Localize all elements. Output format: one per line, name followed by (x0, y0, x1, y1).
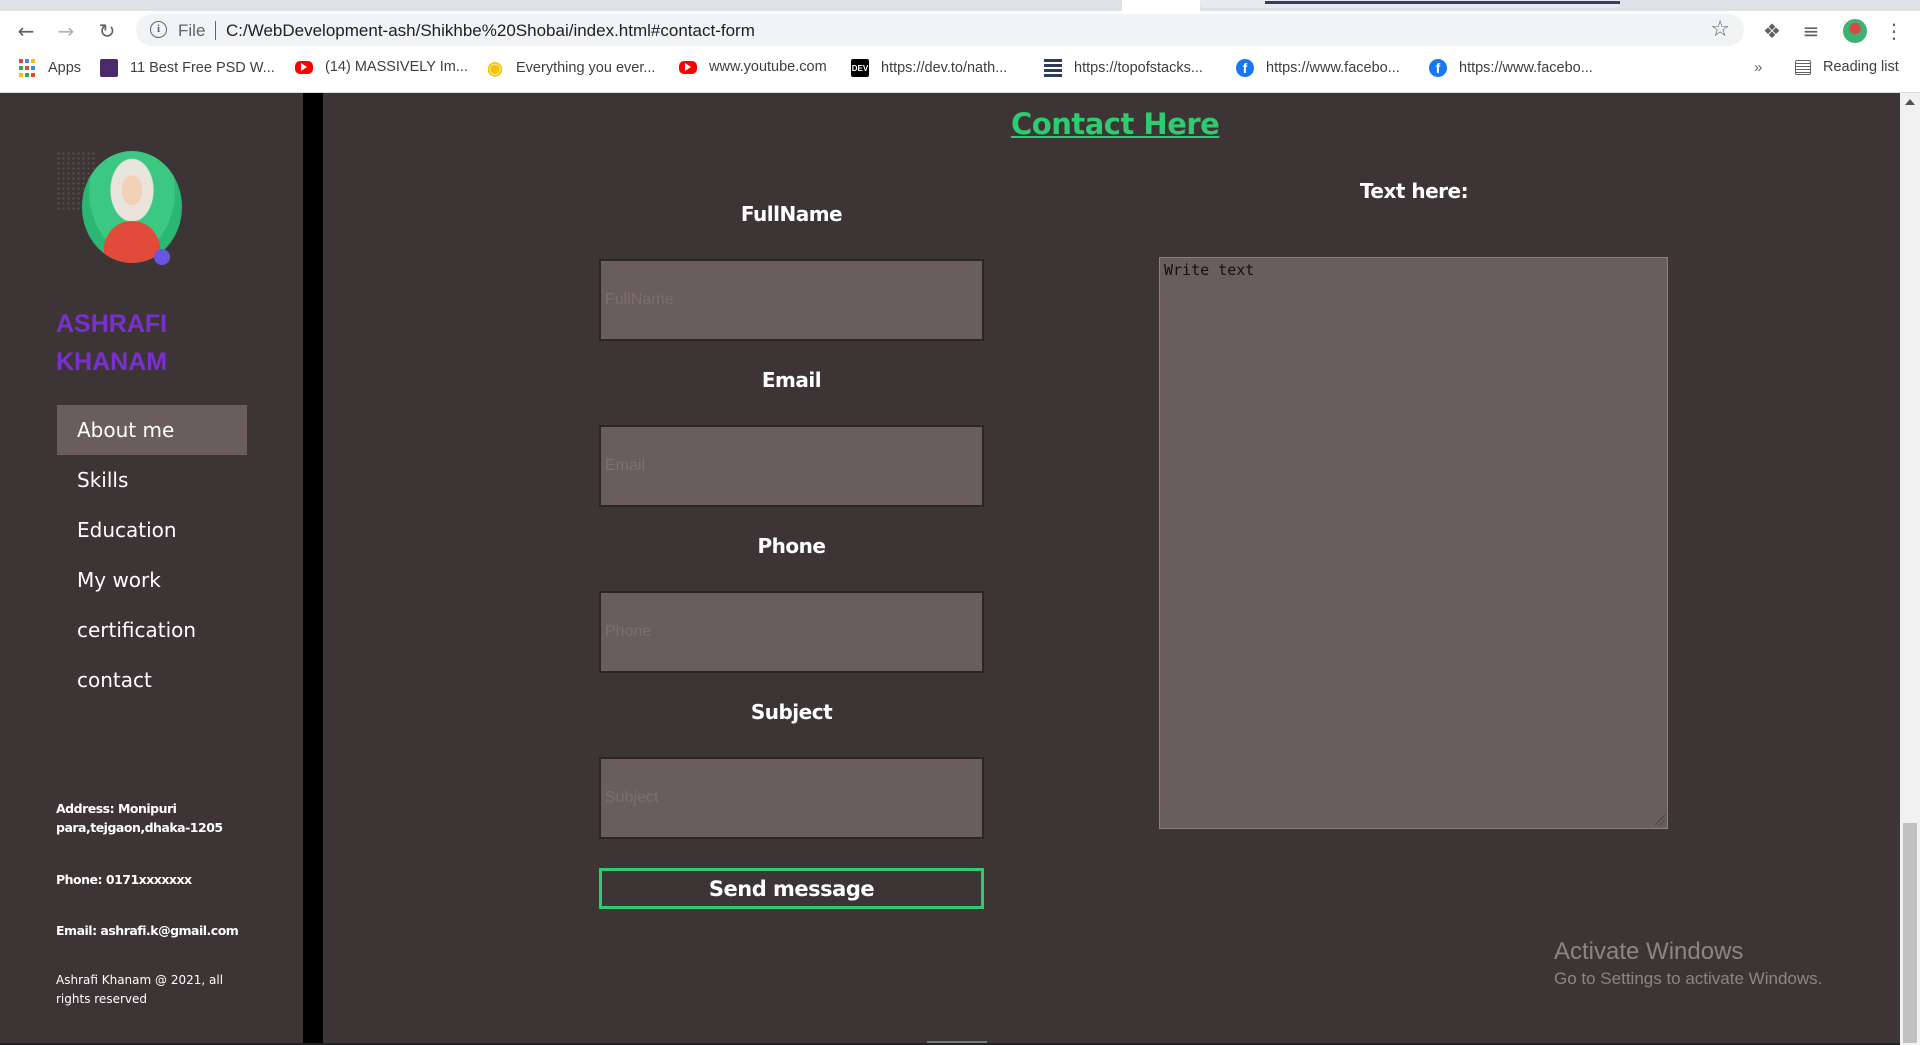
owner-name-line2: KHANAM (56, 348, 168, 376)
message-label: Text here: (1359, 179, 1469, 203)
bookmarks-bar: Apps 11 Best Free PSD W... (14) MASSIVEL… (0, 55, 1920, 85)
activate-windows-watermark: Activate Windows Go to Settings to activ… (1554, 938, 1822, 989)
bookmark-label: https://www.facebo... (1459, 60, 1593, 76)
bookmark-youtube-massively[interactable]: (14) MASSIVELY Im... (295, 59, 468, 75)
subject-input[interactable] (599, 757, 984, 839)
page-scrollbar[interactable] (1900, 93, 1920, 1045)
sidebar-item-certification[interactable]: certification (57, 605, 247, 655)
sidebar: ASHRAFI KHANAM About me Skills Education… (0, 93, 303, 1045)
bookmark-youtube[interactable]: www.youtube.com (679, 59, 827, 75)
email-label: Email (761, 368, 822, 392)
info-icon[interactable]: i (150, 21, 167, 38)
bookmark-star-icon[interactable]: ☆ (1710, 17, 1730, 42)
status-dot (154, 249, 170, 265)
bookmark-label: https://topofstacks... (1074, 60, 1203, 76)
bookmark-label: https://www.facebo... (1266, 60, 1400, 76)
bookmark-topofstacks[interactable]: https://topofstacks... (1044, 59, 1203, 77)
apps-grid-icon (18, 59, 36, 77)
page-content: ASHRAFI KHANAM About me Skills Education… (0, 93, 1900, 1045)
facebook-icon: f (1236, 59, 1254, 77)
contact-title-link[interactable]: Contact Here (1011, 107, 1220, 141)
url-text[interactable]: C:/WebDevelopment-ash/Shikhbe%20Shobai/i… (226, 21, 755, 41)
address-line1: Address: Monipuri (56, 801, 177, 816)
reading-list-label: Reading list (1823, 59, 1899, 75)
file-label: File (178, 21, 206, 40)
youtube-icon (679, 60, 697, 74)
sidebar-divider (303, 93, 323, 1045)
bookmark-facebook-2[interactable]: f https://www.facebo... (1429, 59, 1593, 77)
message-textarea[interactable] (1159, 257, 1668, 829)
copyright: Ashrafi Khanam @ 2021, all rights reserv… (56, 971, 246, 1009)
media-queue-icon[interactable]: ≡ (1797, 17, 1825, 45)
browser-toolbar: ← → ↻ i File C:/WebDevelopment-ash/Shikh… (0, 11, 1920, 49)
copyright-line2: rights reserved (56, 992, 147, 1006)
bookmark-label: www.youtube.com (709, 59, 827, 75)
bookmark-devto[interactable]: DEV https://dev.to/nath... (851, 59, 1007, 77)
fullname-label: FullName (740, 202, 843, 226)
owner-name-line1: ASHRAFI (56, 310, 168, 338)
copyright-line1: Ashrafi Khanam @ 2021, all (56, 973, 224, 987)
bookmark-label: Apps (48, 60, 82, 76)
owner-name: ASHRAFI KHANAM (56, 305, 256, 381)
bookmark-label: 11 Best Free PSD W... (130, 60, 275, 76)
bookmarks-overflow-button[interactable]: » (1754, 59, 1762, 76)
resize-grip-icon[interactable] (1655, 815, 1665, 825)
tab-indicator (1265, 1, 1620, 4)
watermark-subtitle: Go to Settings to activate Windows. (1554, 969, 1823, 988)
colorlib-icon (100, 59, 118, 77)
scrollbar-thumb[interactable] (1903, 823, 1917, 1043)
bookmark-everything[interactable]: ◉ Everything you ever... (486, 57, 656, 78)
bottom-edge-mark (927, 1041, 987, 1043)
bookmark-label: https://dev.to/nath... (881, 60, 1008, 76)
bookmark-colorlib[interactable]: 11 Best Free PSD W... (100, 59, 275, 77)
browser-chrome: ← → ↻ i File C:/WebDevelopment-ash/Shikh… (0, 0, 1920, 93)
sidebar-item-my-work[interactable]: My work (57, 555, 247, 605)
reload-icon[interactable]: ↻ (93, 17, 121, 45)
tab-strip (0, 0, 1920, 11)
send-message-button[interactable]: Send message (599, 868, 984, 909)
sidebar-item-about-me[interactable]: About me (57, 405, 247, 455)
scroll-up-arrow-icon[interactable] (1905, 99, 1915, 105)
email-text: Email: ashrafi.k@gmail.com (56, 923, 239, 938)
kebab-menu-icon[interactable]: ⋮ (1880, 17, 1908, 45)
active-tab[interactable] (1122, 0, 1200, 11)
bookmark-label: Everything you ever... (516, 60, 656, 76)
facebook-icon: f (1429, 59, 1447, 77)
address-line2: para,tejgaon,dhaka-1205 (56, 820, 223, 835)
reading-list-button[interactable]: Reading list (1795, 59, 1899, 75)
subject-label: Subject (750, 700, 833, 724)
bookmark-label: (14) MASSIVELY Im... (325, 59, 468, 75)
forward-arrow-icon[interactable]: → (52, 17, 80, 45)
lightbulb-icon: ◉ (487, 57, 503, 78)
back-arrow-icon[interactable]: ← (12, 17, 40, 45)
avatar (82, 151, 182, 263)
sidebar-item-education[interactable]: Education (57, 505, 247, 555)
address-separator (215, 21, 216, 40)
address-bar[interactable]: i File C:/WebDevelopment-ash/Shikhbe%20S… (136, 14, 1744, 46)
dev-icon: DEV (851, 59, 869, 77)
stack-icon (1044, 59, 1062, 77)
email-input[interactable] (599, 425, 984, 507)
extensions-puzzle-icon[interactable]: ❖ (1758, 17, 1786, 45)
address: Address: Monipuri para,tejgaon,dhaka-120… (56, 799, 256, 837)
profile-avatar-icon[interactable] (1841, 17, 1869, 45)
sidebar-item-skills[interactable]: Skills (57, 455, 247, 505)
phone-text: Phone: 0171xxxxxxx (56, 872, 192, 887)
fullname-input[interactable] (599, 259, 984, 341)
sidebar-nav: About me Skills Education My work certif… (57, 405, 247, 705)
reading-list-icon (1795, 59, 1811, 75)
phone-label: Phone (757, 534, 826, 558)
profile-photo (56, 151, 186, 281)
youtube-icon (295, 60, 313, 74)
sidebar-item-contact[interactable]: contact (57, 655, 247, 705)
phone-input[interactable] (599, 591, 984, 673)
bookmark-apps[interactable]: Apps (18, 59, 81, 77)
watermark-title: Activate Windows (1554, 938, 1744, 965)
bookmark-facebook-1[interactable]: f https://www.facebo... (1236, 59, 1400, 77)
